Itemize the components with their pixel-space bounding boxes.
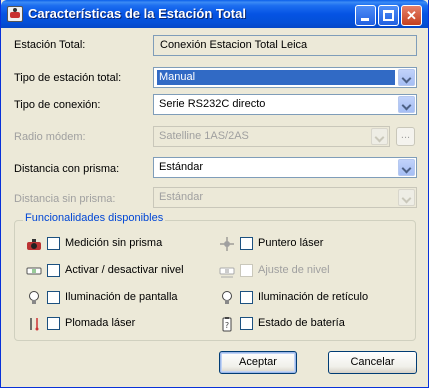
radio-modem-value: Satelline 1AS/2AS: [159, 130, 249, 142]
checkbox[interactable]: [47, 264, 60, 277]
distancia-sin-prisma-select[interactable]: Estándar: [153, 187, 417, 208]
maximize-icon: [383, 10, 394, 21]
feature-label: Puntero láser: [258, 237, 324, 249]
checkbox[interactable]: [47, 317, 60, 330]
tipo-estacion-label: Tipo de estación total:: [14, 72, 122, 84]
checkbox[interactable]: [240, 237, 253, 250]
distancia-con-prisma-select[interactable]: Estándar: [153, 157, 417, 178]
feature-label: Iluminación de retículo: [258, 291, 369, 303]
radio-modem-select[interactable]: Satelline 1AS/2AS: [153, 126, 390, 147]
tipo-conexion-value: Serie RS232C directo: [159, 98, 266, 110]
chevron-down-icon[interactable]: [371, 128, 388, 145]
chevron-down-icon[interactable]: [398, 69, 415, 86]
close-icon: ✕: [406, 8, 417, 23]
accept-button[interactable]: Aceptar: [219, 351, 297, 374]
distancia-sin-prisma-label: Distancia sin prisma:: [14, 193, 116, 205]
estacion-total-value: Conexión Estacion Total Leica: [153, 35, 417, 56]
laser-pointer-icon: [219, 236, 235, 252]
radio-modem-label: Radio módem:: [14, 131, 86, 143]
feature-activar-nivel[interactable]: Activar / desactivar nivel: [26, 263, 216, 279]
feature-label: Activar / desactivar nivel: [65, 264, 184, 276]
plumb-laser-icon: [26, 316, 42, 332]
level-adjust-icon: [219, 263, 235, 279]
feature-label: Medición sin prisma: [65, 237, 163, 249]
tipo-estacion-select[interactable]: Manual: [153, 67, 417, 88]
feature-plomada-laser[interactable]: Plomada láser: [26, 316, 206, 332]
title-bar[interactable]: Características de la Estación Total ✕: [1, 0, 428, 28]
checkbox[interactable]: [47, 237, 60, 250]
bulb-icon: [219, 290, 235, 306]
feature-estado-bateria[interactable]: ? Estado de batería: [219, 316, 399, 332]
minimize-button[interactable]: [355, 5, 376, 26]
distancia-con-prisma-value: Estándar: [159, 161, 204, 173]
chevron-down-icon[interactable]: [398, 189, 415, 206]
total-station-icon: [7, 6, 23, 22]
feature-label: Plomada láser: [65, 317, 136, 329]
battery-icon: ?: [219, 316, 235, 332]
checkbox[interactable]: [47, 291, 60, 304]
maximize-button[interactable]: [378, 5, 399, 26]
close-button[interactable]: ✕: [401, 5, 422, 26]
tipo-conexion-select[interactable]: Serie RS232C directo: [153, 94, 417, 115]
svg-text:?: ?: [225, 321, 229, 330]
checkbox[interactable]: [240, 264, 253, 277]
feature-iluminacion-pantalla[interactable]: Iluminación de pantalla: [26, 290, 216, 306]
chevron-down-icon[interactable]: [398, 96, 415, 113]
feature-label: Iluminación de pantalla: [65, 291, 178, 303]
chevron-down-icon[interactable]: [398, 159, 415, 176]
prism-icon: [26, 236, 42, 252]
feature-label: Ajuste de nivel: [258, 264, 330, 276]
tipo-conexion-label: Tipo de conexión:: [14, 99, 101, 111]
checkbox[interactable]: [240, 317, 253, 330]
window-title: Características de la Estación Total: [28, 6, 246, 21]
cancel-button[interactable]: Cancelar: [328, 351, 417, 374]
bulb-icon: [26, 290, 42, 306]
checkbox[interactable]: [240, 291, 253, 304]
feature-puntero-laser[interactable]: Puntero láser: [219, 236, 399, 252]
feature-ajuste-nivel[interactable]: Ajuste de nivel: [219, 263, 399, 279]
estacion-total-label: Estación Total:: [14, 39, 86, 51]
distancia-sin-prisma-value: Estándar: [159, 191, 204, 203]
feature-label: Estado de batería: [258, 317, 345, 329]
features-group-title: Funcionalidades disponibles: [23, 212, 166, 224]
minimize-icon: [361, 18, 369, 21]
distancia-con-prisma-label: Distancia con prisma:: [14, 163, 120, 175]
level-icon: [26, 263, 42, 279]
tipo-estacion-value: Manual: [157, 70, 395, 85]
feature-medicion-sin-prisma[interactable]: Medición sin prisma: [26, 236, 206, 252]
feature-iluminacion-reticulo[interactable]: Iluminación de retículo: [219, 290, 409, 306]
dialog-window: Características de la Estación Total ✕ E…: [0, 0, 429, 388]
radio-modem-browse-button[interactable]: ...: [396, 127, 415, 146]
